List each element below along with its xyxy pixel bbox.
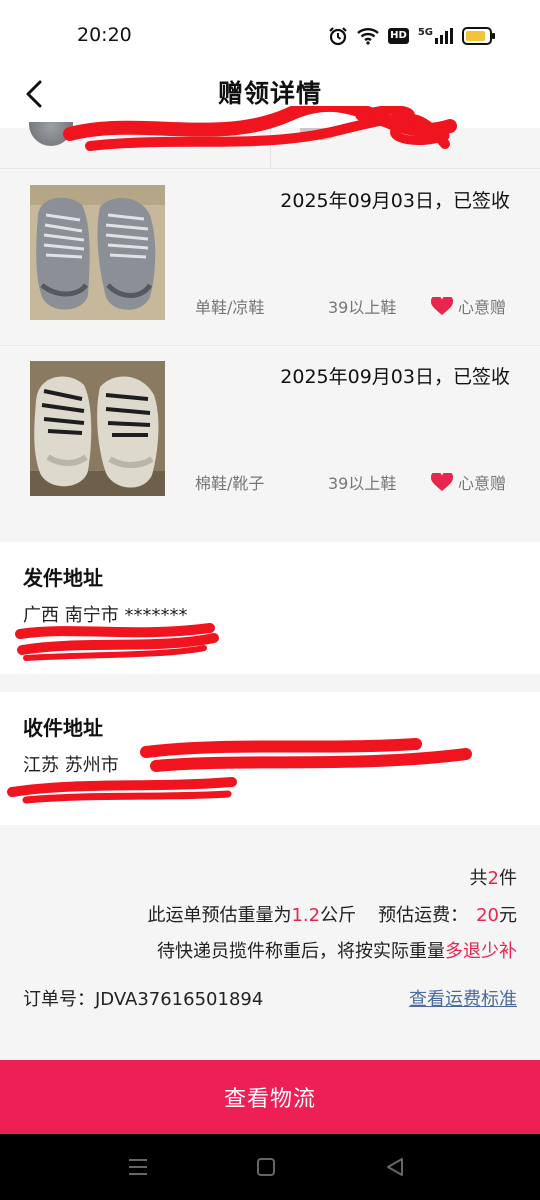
fee-value: 20 [476, 905, 499, 926]
redaction-scribble [7, 738, 472, 804]
item-status-date: 2025年09月03日，已签收 [280, 190, 510, 212]
gift-tag: 心意赠 [430, 294, 506, 318]
sender-address-card: 发件地址 广西 南宁市 ******* [0, 542, 540, 674]
weighing-note: 待快递员揽件称重后，将按实际重量多退少补 [157, 937, 517, 963]
square-icon [257, 1158, 275, 1176]
heart-icon [430, 296, 453, 315]
list-item[interactable]: 2025年09月03日，已签收 棉鞋/靴子 39以上鞋 心意赠 [0, 346, 540, 541]
note-highlight: 多退少补 [445, 941, 517, 962]
item-count-value: 2 [487, 868, 499, 889]
item-size: 39以上鞋 [328, 298, 397, 317]
item-photo[interactable] [30, 361, 165, 496]
weight-value: 1.2 [291, 905, 321, 926]
item-count-prefix: 共 [469, 868, 488, 889]
redaction-scribble [63, 106, 457, 151]
fee-standard-link[interactable]: 查看运费标准 [409, 985, 517, 1011]
order-number-value: JDVA37616501894 [95, 989, 264, 1010]
status-time: 20:20 [77, 24, 132, 46]
wifi-icon [357, 27, 379, 45]
signal-5g-icon: 5G [418, 28, 453, 44]
fee-unit: 元 [499, 905, 517, 926]
hd-icon: HD [388, 28, 409, 44]
recent-apps-button[interactable] [123, 1154, 153, 1180]
item-size: 39以上鞋 [328, 474, 397, 493]
sender-address-title: 发件地址 [23, 566, 103, 590]
status-icons: HD 5G [328, 24, 496, 48]
home-button[interactable] [251, 1154, 281, 1180]
gift-tag: 心意赠 [430, 470, 506, 494]
receiver-address-card: 收件地址 江苏 苏州市 [0, 692, 540, 825]
triangle-back-icon [387, 1158, 403, 1176]
order-label: 订单号： [23, 989, 95, 1010]
item-list: 2025年09月03日，已签收 单鞋/凉鞋 39以上鞋 心意赠 2025年09月 [0, 170, 540, 541]
heart-icon [430, 472, 453, 491]
menu-icon [129, 1159, 147, 1175]
item-category: 单鞋/凉鞋 [195, 298, 265, 317]
weight-fee-line: 此运单预估重量为1.2公斤 预估运费： 20元 [147, 901, 517, 927]
list-item[interactable]: 2025年09月03日，已签收 单鞋/凉鞋 39以上鞋 心意赠 [0, 170, 540, 346]
order-number: 订单号：JDVA37616501894 [23, 985, 263, 1011]
donor-receiver-strip [0, 106, 540, 169]
fee-label: 预估运费： [378, 905, 469, 926]
shipping-summary: 共2件 此运单预估重量为1.2公斤 预估运费： 20元 待快递员揽件称重后，将按实际… [0, 826, 540, 1060]
alarm-icon [328, 26, 348, 46]
item-photo[interactable] [30, 185, 165, 320]
view-logistics-button[interactable]: 查看物流 [0, 1060, 540, 1134]
redaction-scribble [15, 623, 219, 661]
battery-icon [462, 27, 496, 45]
back-nav-button[interactable] [380, 1154, 410, 1180]
item-status-date: 2025年09月03日，已签收 [280, 366, 510, 388]
weight-prefix: 此运单预估重量为 [147, 905, 292, 926]
weight-unit: 公斤 [320, 905, 357, 926]
gift-tag-label: 心意赠 [457, 474, 506, 493]
item-count-suffix: 件 [499, 868, 517, 889]
gift-tag-label: 心意赠 [457, 298, 506, 317]
receiver-address-title: 收件地址 [23, 716, 103, 740]
status-bar: 20:20 HD 5G [0, 0, 540, 72]
network-type-label: 5G [417, 27, 433, 38]
note-prefix: 待快递员揽件称重后，将按实际重量 [157, 941, 445, 962]
item-count: 共2件 [470, 864, 517, 890]
page-title: 赠领详情 [217, 79, 322, 108]
system-nav-bar [0, 1134, 540, 1200]
item-category: 棉鞋/靴子 [195, 474, 265, 493]
